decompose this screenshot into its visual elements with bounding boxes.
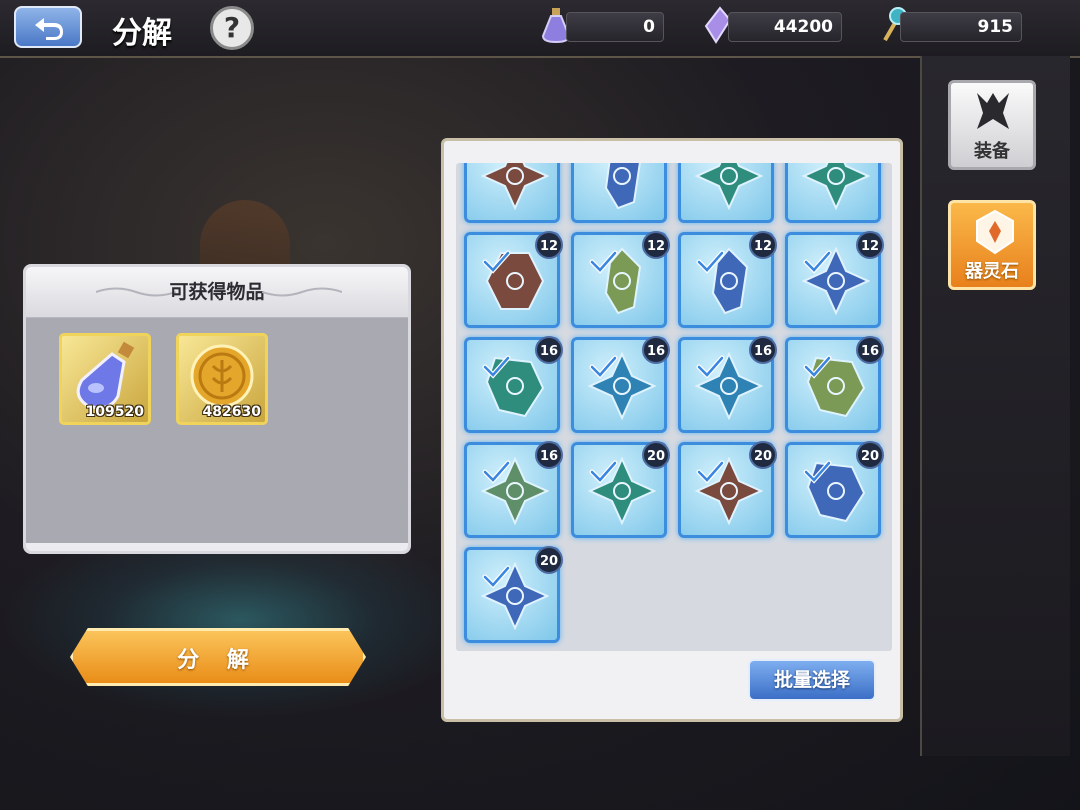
reward-footer	[26, 543, 408, 551]
back-arrow-icon	[35, 18, 63, 40]
reward-count: 482630	[202, 404, 261, 420]
item-slot[interactable]	[571, 163, 667, 223]
spirit-stone-item-icon	[802, 163, 870, 210]
checkmark-icon	[803, 460, 832, 484]
checkmark-icon	[803, 250, 832, 274]
checkmark-icon	[482, 355, 511, 379]
reward-title: 可获得物品	[169, 281, 265, 303]
item-level-badge: 20	[535, 546, 563, 574]
checkmark-icon	[482, 460, 511, 484]
item-level-badge: 20	[749, 441, 777, 469]
spirit-stone-icon	[976, 209, 1014, 255]
item-slot[interactable]: 16	[464, 441, 563, 538]
item-level-badge: 20	[856, 441, 884, 469]
item-slot[interactable]: 16	[571, 336, 670, 433]
item-level-badge: 12	[749, 231, 777, 259]
item-level-badge: 12	[856, 231, 884, 259]
spirit-stone-item-icon	[604, 163, 641, 210]
reward-header: 可获得物品	[26, 267, 408, 318]
checkmark-icon	[589, 460, 618, 484]
item-slot[interactable]	[678, 163, 774, 223]
page-title: 分解	[112, 16, 172, 51]
checkmark-icon	[696, 250, 725, 274]
ornament-right-icon	[262, 287, 342, 297]
back-button[interactable]	[14, 6, 82, 48]
item-level-badge: 16	[535, 336, 563, 364]
item-slot[interactable]: 16	[464, 336, 563, 433]
item-level-badge: 16	[856, 336, 884, 364]
checkmark-icon	[482, 565, 511, 589]
item-slot[interactable]: 16	[785, 336, 884, 433]
checkmark-icon	[696, 355, 725, 379]
checkmark-icon	[482, 250, 511, 274]
spirit-stone-item-icon	[481, 163, 549, 210]
item-level-badge: 16	[749, 336, 777, 364]
reward-count: 109520	[85, 404, 144, 420]
item-slot[interactable]: 20	[464, 546, 563, 643]
reward-panel: 可获得物品 109520 482630	[23, 264, 411, 554]
item-level-badge: 16	[642, 336, 670, 364]
item-panel: 12 12 12 12 16 16 16 16 16 20 20 20 20 批量选择	[441, 138, 903, 722]
item-level-badge: 20	[642, 441, 670, 469]
item-slot[interactable]	[464, 163, 560, 223]
equipment-icon	[977, 93, 1009, 129]
item-slot[interactable]: 20	[571, 441, 670, 538]
item-slot[interactable]: 12	[678, 231, 777, 328]
checkmark-icon	[696, 460, 725, 484]
tab-spirit-stone-label: 器灵石	[965, 261, 1019, 282]
tab-equipment-label: 装备	[974, 141, 1010, 162]
item-slot[interactable]: 12	[571, 231, 670, 328]
item-slot[interactable]: 12	[464, 231, 563, 328]
spirit-stone-item-icon	[695, 163, 763, 210]
item-level-badge: 12	[642, 231, 670, 259]
batch-select-button[interactable]: 批量选择	[748, 659, 876, 701]
decompose-label: 分 解	[177, 648, 259, 673]
tab-spirit-stone[interactable]: 器灵石	[948, 200, 1036, 290]
top-bar: 分解 ? 0 44200 915	[0, 0, 1080, 58]
item-slot[interactable]: 16	[678, 336, 777, 433]
checkmark-icon	[589, 355, 618, 379]
item-slot[interactable]: 20	[785, 441, 884, 538]
reward-item-coin[interactable]: 482630	[176, 333, 268, 425]
decompose-button[interactable]: 分 解	[70, 628, 366, 686]
tab-equipment[interactable]: 装备	[948, 80, 1036, 170]
item-level-badge: 16	[535, 441, 563, 469]
checkmark-icon	[589, 250, 618, 274]
reward-item-potion[interactable]: 109520	[59, 333, 151, 425]
resource-potion-count: 0	[566, 12, 664, 42]
resource-gem-count: 915	[900, 12, 1022, 42]
item-grid[interactable]: 12 12 12 12 16 16 16 16 16 20 20 20 20	[456, 163, 892, 651]
resource-crystal-count: 44200	[728, 12, 842, 42]
item-slot[interactable]: 12	[785, 231, 884, 328]
item-level-badge: 12	[535, 231, 563, 259]
item-slot[interactable]	[785, 163, 881, 223]
help-button[interactable]: ?	[210, 6, 254, 50]
checkmark-icon	[803, 355, 832, 379]
item-slot[interactable]: 20	[678, 441, 777, 538]
